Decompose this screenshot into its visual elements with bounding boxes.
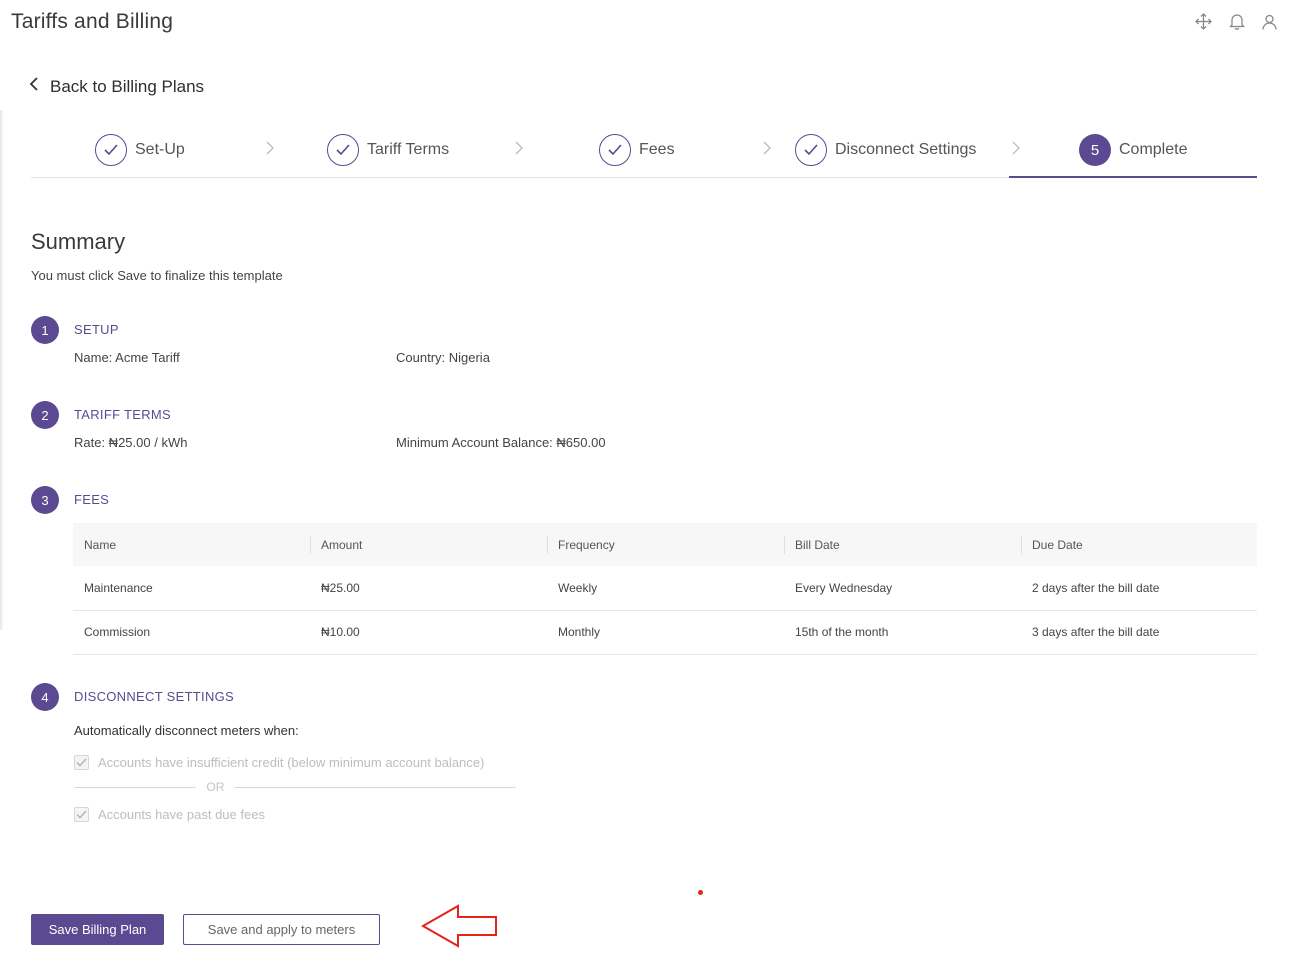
check-circle-icon	[95, 134, 127, 166]
column-header[interactable]: Due Date	[1021, 523, 1257, 566]
section-title-fees: FEES	[74, 492, 110, 507]
step-label: Set-Up	[135, 141, 185, 158]
table-cell: 15th of the month	[784, 610, 1021, 655]
disabled-checkbox	[74, 807, 89, 822]
step-label: Fees	[639, 141, 675, 158]
section-number-badge: 2	[31, 401, 59, 429]
step-label: Tariff Terms	[367, 141, 450, 158]
section-number-badge: 4	[31, 683, 59, 711]
check-circle-icon	[599, 134, 631, 166]
table-cell: Maintenance	[73, 566, 310, 611]
section-number-badge: 1	[31, 316, 59, 344]
summary-title: Summary	[31, 229, 126, 254]
check-circle-icon	[327, 134, 359, 166]
step-label: Complete	[1119, 141, 1188, 158]
column-header[interactable]: Amount	[310, 523, 547, 566]
fees-table: Name Amount Frequency Bill Date Due Date…	[73, 523, 1257, 655]
section-title-setup: SETUP	[74, 322, 119, 337]
table-cell: 2 days after the bill date	[1021, 566, 1257, 611]
header-icons	[1194, 12, 1279, 31]
wizard-stepper: Set-Up Tariff Terms Fees Disconnect Sett…	[31, 126, 1257, 178]
section-title-tariff-terms: TARIFF TERMS	[74, 407, 172, 422]
back-link-label: Back to Billing Plans	[50, 76, 205, 96]
back-to-billing-plans-link[interactable]: Back to Billing Plans	[28, 76, 204, 97]
bell-icon[interactable]	[1227, 12, 1246, 31]
table-cell: ₦10.00	[310, 610, 547, 655]
section-title-disconnect-settings: DISCONNECT SETTINGS	[74, 689, 235, 704]
save-and-apply-button[interactable]: Save and apply to meters	[183, 914, 380, 945]
step-complete[interactable]: 5 Complete	[1079, 134, 1187, 166]
active-step-underline	[1009, 176, 1257, 178]
checkbox-label: Accounts have past due fees	[98, 807, 265, 822]
chevron-right-icon	[1011, 140, 1021, 161]
chevron-right-icon	[514, 140, 524, 161]
column-header[interactable]: Bill Date	[784, 523, 1021, 566]
insufficient-credit-option: Accounts have insufficient credit (below…	[74, 755, 484, 770]
step-disconnect-settings[interactable]: Disconnect Settings	[795, 134, 976, 166]
table-cell: 3 days after the bill date	[1021, 610, 1257, 655]
step-number-badge: 5	[1079, 134, 1111, 166]
red-arrow-annotation-icon	[420, 904, 497, 948]
step-setup[interactable]: Set-Up	[95, 134, 185, 166]
chevron-right-icon	[762, 140, 772, 161]
section-number-badge: 3	[31, 486, 59, 514]
column-header[interactable]: Frequency	[547, 523, 784, 566]
setup-country: Country: Nigeria	[396, 350, 490, 365]
or-divider: OR	[74, 780, 516, 794]
step-fees[interactable]: Fees	[599, 134, 675, 166]
past-due-fees-option: Accounts have past due fees	[74, 807, 265, 822]
table-cell: Commission	[73, 610, 310, 655]
table-cell: Every Wednesday	[784, 566, 1021, 611]
left-panel-shadow	[0, 110, 4, 630]
summary-subtitle: You must click Save to finalize this tem…	[31, 268, 283, 283]
or-label: OR	[206, 780, 225, 794]
annotation-dot	[698, 890, 703, 895]
table-row: Commission ₦10.00 Monthly 15th of the mo…	[73, 610, 1257, 655]
chevron-right-icon	[265, 140, 275, 161]
checkbox-label: Accounts have insufficient credit (below…	[98, 755, 485, 770]
column-header[interactable]: Name	[73, 523, 310, 566]
table-row: Maintenance ₦25.00 Weekly Every Wednesda…	[73, 566, 1257, 611]
setup-name: Name: Acme Tariff	[74, 350, 180, 365]
step-label: Disconnect Settings	[835, 141, 977, 158]
tariff-rate: Rate: ₦25.00 / kWh	[74, 435, 188, 450]
chevron-left-icon	[28, 76, 40, 97]
user-icon[interactable]	[1260, 12, 1279, 31]
move-icon[interactable]	[1194, 12, 1213, 31]
table-cell: Weekly	[547, 566, 784, 611]
step-tariff-terms[interactable]: Tariff Terms	[327, 134, 449, 166]
disconnect-label: Automatically disconnect meters when:	[74, 723, 299, 738]
page-title: Tariffs and Billing	[11, 10, 174, 33]
tariff-min-balance: Minimum Account Balance: ₦650.00	[396, 435, 606, 450]
disabled-checkbox	[74, 755, 89, 770]
table-cell: ₦25.00	[310, 566, 547, 611]
check-circle-icon	[795, 134, 827, 166]
save-billing-plan-button[interactable]: Save Billing Plan	[31, 914, 164, 945]
table-header-row: Name Amount Frequency Bill Date Due Date	[73, 523, 1257, 566]
table-cell: Monthly	[547, 610, 784, 655]
